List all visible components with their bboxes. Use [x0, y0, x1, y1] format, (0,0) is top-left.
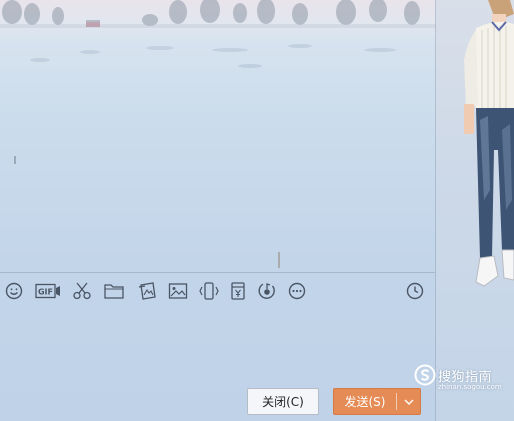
- music-icon[interactable]: [256, 280, 278, 302]
- send-button-label: 发送(S): [344, 395, 386, 409]
- sogou-logo-icon: [414, 364, 436, 386]
- sogou-guide-watermark: 搜狗指南 zhinan.sogou.com: [414, 364, 510, 394]
- gif-icon-label: GIF: [38, 288, 53, 297]
- scissors-icon[interactable]: [71, 280, 93, 302]
- more-icon[interactable]: [286, 280, 308, 302]
- chevron-down-icon: [404, 399, 413, 405]
- send-button[interactable]: 发送(S): [333, 388, 421, 415]
- chat-toolbar: GIF: [0, 272, 435, 308]
- shake-icon[interactable]: [198, 280, 220, 302]
- message-input-area[interactable]: [0, 308, 435, 388]
- emoji-icon[interactable]: [3, 280, 25, 302]
- snow-field-texture: [14, 44, 396, 268]
- close-button[interactable]: 关闭(C): [247, 388, 319, 415]
- red-packet-icon[interactable]: [227, 280, 249, 302]
- clock-history-icon[interactable]: [404, 280, 426, 302]
- snowy-treeline-scenery: [0, 0, 436, 28]
- panel-divider: [435, 0, 436, 421]
- image-gallery-icon[interactable]: [136, 280, 158, 302]
- picture-icon[interactable]: [167, 280, 189, 302]
- avatar-show-figure: [464, 0, 514, 287]
- folder-icon[interactable]: [103, 280, 125, 302]
- watermark-subtext: zhinan.sogou.com: [438, 383, 502, 391]
- gif-icon[interactable]: GIF: [34, 280, 62, 302]
